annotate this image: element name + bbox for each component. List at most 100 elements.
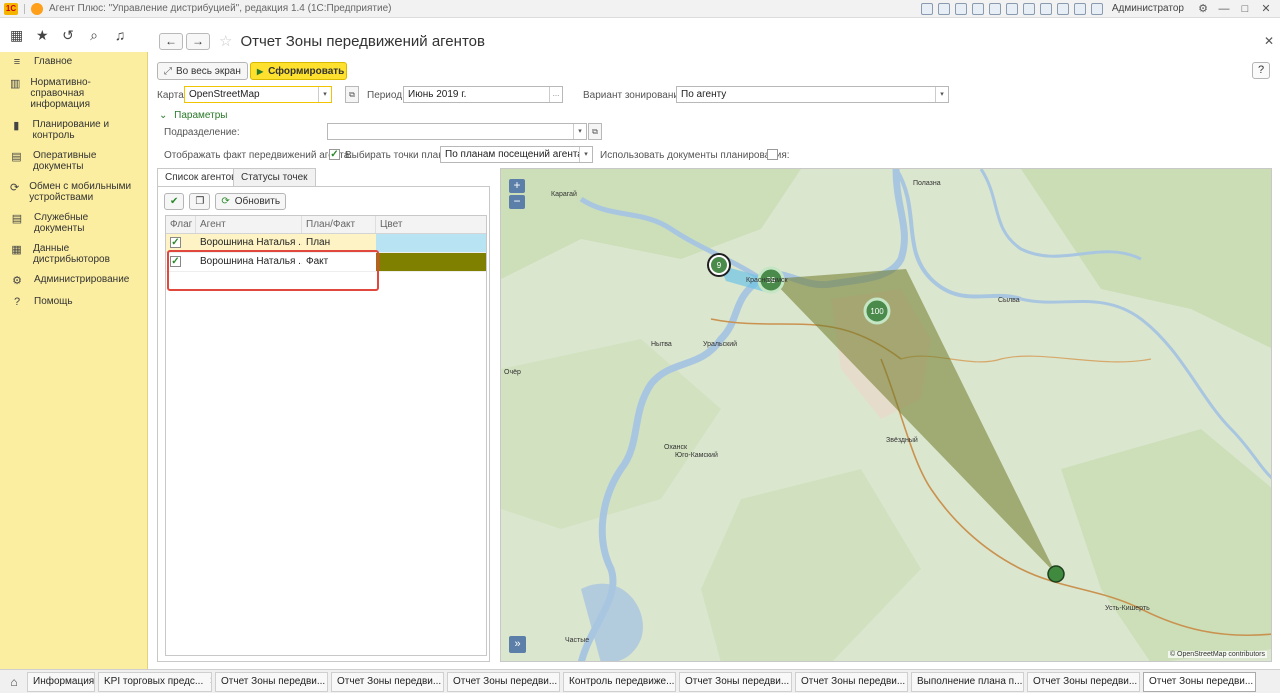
- calc-icon[interactable]: [1005, 2, 1018, 15]
- print-icon[interactable]: [937, 2, 950, 15]
- close-form-icon[interactable]: ✕: [1264, 34, 1274, 48]
- column-header-agent[interactable]: Агент: [196, 216, 302, 233]
- zoning-select[interactable]: По агенту ▾: [676, 86, 949, 103]
- row-checkbox[interactable]: ✓: [170, 237, 181, 248]
- user-name[interactable]: Администратор: [1112, 3, 1184, 14]
- more-icon[interactable]: …: [549, 87, 562, 102]
- search-icon[interactable]: ⌕: [88, 27, 100, 44]
- window-tab[interactable]: Отчет Зоны передви...✕: [331, 671, 444, 692]
- home-icon[interactable]: ⌂: [4, 675, 24, 689]
- window-tab[interactable]: Отчет Зоны передви...✕: [1027, 671, 1140, 692]
- map-place-label: Нытва: [651, 341, 672, 348]
- sidebar-item-service[interactable]: ▤ Служебные документы: [0, 212, 147, 234]
- division-select[interactable]: ▾: [327, 123, 587, 140]
- sidebar-item-planning[interactable]: ▮ Планирование и контроль: [0, 119, 147, 141]
- sidebar-item-help[interactable]: ? Помощь: [0, 296, 147, 308]
- zoom-in-button[interactable]: +: [509, 179, 525, 193]
- sync-icon: ⟳: [10, 182, 20, 194]
- zoom-out-button[interactable]: −: [509, 195, 525, 209]
- tab-agents[interactable]: Список агентов: [157, 168, 245, 187]
- favorite-star-icon[interactable]: ☆: [219, 32, 232, 50]
- window-tab[interactable]: Отчет Зоны передви...✕: [679, 671, 792, 692]
- plan-points-select[interactable]: По планам посещений агента ▾: [440, 146, 593, 163]
- info-icon[interactable]: [1073, 2, 1086, 15]
- maximize-button[interactable]: □: [1237, 3, 1253, 15]
- open-division-icon[interactable]: ⧉: [588, 123, 602, 140]
- export-icon[interactable]: [971, 2, 984, 15]
- sidebar-item-main[interactable]: ≡ Главное: [0, 56, 147, 68]
- forward-button[interactable]: →: [186, 32, 210, 50]
- sidebar-item-operations[interactable]: ▤ Оперативные документы: [0, 150, 147, 172]
- calendar-icon[interactable]: [988, 2, 1001, 15]
- copy-button[interactable]: ❐: [189, 193, 211, 210]
- minimize-button[interactable]: —: [1216, 3, 1232, 15]
- save-icon[interactable]: [920, 2, 933, 15]
- generate-button[interactable]: ▶ Сформировать: [250, 62, 347, 80]
- column-header-planfact[interactable]: План/Факт: [302, 216, 376, 233]
- generate-label: Сформировать: [268, 65, 345, 77]
- color-swatch[interactable]: [376, 253, 486, 271]
- refresh-label: Обновить: [234, 196, 281, 207]
- map-place-label: Звёздный: [886, 437, 918, 444]
- sidebar-item-distributors[interactable]: ▦ Данные дистрибьюторов: [0, 243, 147, 265]
- fullscreen-button[interactable]: ⤢ Во весь экран: [157, 62, 248, 80]
- map-select[interactable]: OpenStreetMap ▾: [184, 86, 332, 103]
- use-docs-checkbox[interactable]: [767, 149, 778, 160]
- sidebar-item-label: Обмен с мобильными устройствами: [29, 181, 132, 203]
- chevron-down-icon[interactable]: ▾: [573, 124, 586, 139]
- history-icon[interactable]: ↺: [62, 27, 74, 44]
- open-map-icon[interactable]: ⧉: [345, 86, 359, 103]
- window-tab[interactable]: KPI торговых предс... ✕: [98, 671, 212, 692]
- select-all-button[interactable]: ✔: [164, 193, 185, 210]
- column-header-flag[interactable]: Флаг: [166, 216, 196, 233]
- user-icon[interactable]: [1090, 2, 1103, 15]
- window-tab[interactable]: Отчет Зоны передви...✕: [215, 671, 328, 692]
- history-icon[interactable]: [1056, 2, 1069, 15]
- color-swatch[interactable]: [376, 234, 486, 252]
- window-tab[interactable]: Отчет Зоны передви...✕: [447, 671, 560, 692]
- refresh-button[interactable]: ⟳ Обновить: [215, 193, 287, 210]
- tab-point-statuses[interactable]: Статусы точек: [233, 168, 316, 186]
- fullscreen-icon: ⤢: [164, 65, 172, 77]
- chevron-down-icon[interactable]: ▾: [935, 87, 948, 102]
- map-attribution[interactable]: © OpenStreetMap contributors: [1167, 651, 1267, 658]
- sidebar-item-reference[interactable]: ▥ Нормативно-справочная информация: [0, 77, 147, 110]
- table-row[interactable]: ✓ Ворошнина Наталья ... План: [166, 234, 486, 253]
- expand-button[interactable]: »: [509, 636, 526, 653]
- window-tab[interactable]: Контроль передвиже...✕: [563, 671, 676, 692]
- show-fact-checkbox[interactable]: ✓: [329, 149, 340, 160]
- help-button[interactable]: ?: [1252, 62, 1270, 79]
- map-canvas[interactable]: 9 39 100: [501, 169, 1272, 662]
- apps-grid-icon[interactable]: ▦: [10, 27, 23, 44]
- main-menu-icon[interactable]: [31, 2, 43, 15]
- marker-point[interactable]: [1047, 565, 1065, 583]
- sidebar-item-exchange[interactable]: ⟳ Обмен с мобильными устройствами: [0, 181, 147, 203]
- chevron-down-icon[interactable]: ▾: [579, 147, 592, 162]
- table-row[interactable]: ✓ Ворошнина Наталья ... Факт: [166, 253, 486, 272]
- chevron-down-icon[interactable]: ▾: [318, 87, 331, 102]
- mail-icon[interactable]: [1022, 2, 1035, 15]
- agent-cell: Ворошнина Наталья ...: [200, 256, 302, 267]
- notification-icon[interactable]: [1039, 2, 1052, 15]
- bell-icon[interactable]: ♫: [114, 27, 126, 43]
- period-field[interactable]: Июнь 2019 г. …: [403, 86, 563, 103]
- window-tab[interactable]: Отчет Зоны передви...✕: [795, 671, 908, 692]
- window-tab[interactable]: Информация✕: [27, 671, 95, 692]
- close-window-button[interactable]: ✕: [1258, 2, 1274, 15]
- sidebar-item-admin[interactable]: ⚙ Администрирование: [0, 274, 147, 287]
- favorites-star-icon[interactable]: ★: [36, 27, 49, 44]
- close-tab-icon[interactable]: ✕: [209, 676, 211, 687]
- map-place-label: Полазна: [913, 180, 941, 187]
- column-header-color[interactable]: Цвет: [376, 216, 486, 233]
- doc-icon[interactable]: [954, 2, 967, 15]
- map-place-label: Оханск: [664, 444, 688, 451]
- fullscreen-label: Во весь экран: [176, 65, 241, 77]
- settings-icon[interactable]: ⚙: [1195, 2, 1211, 15]
- map-value: OpenStreetMap: [189, 89, 260, 100]
- back-button[interactable]: ←: [159, 32, 183, 50]
- params-toggle[interactable]: ⌄ Параметры: [159, 110, 227, 121]
- row-checkbox[interactable]: ✓: [170, 256, 181, 267]
- map-view[interactable]: 9 39 100 Карагай Полазна Краснокамск Ныт…: [500, 168, 1272, 662]
- window-tab[interactable]: Выполнение плана п...✕: [911, 671, 1024, 692]
- window-tab-active[interactable]: Отчет Зоны передви...✕: [1143, 671, 1256, 692]
